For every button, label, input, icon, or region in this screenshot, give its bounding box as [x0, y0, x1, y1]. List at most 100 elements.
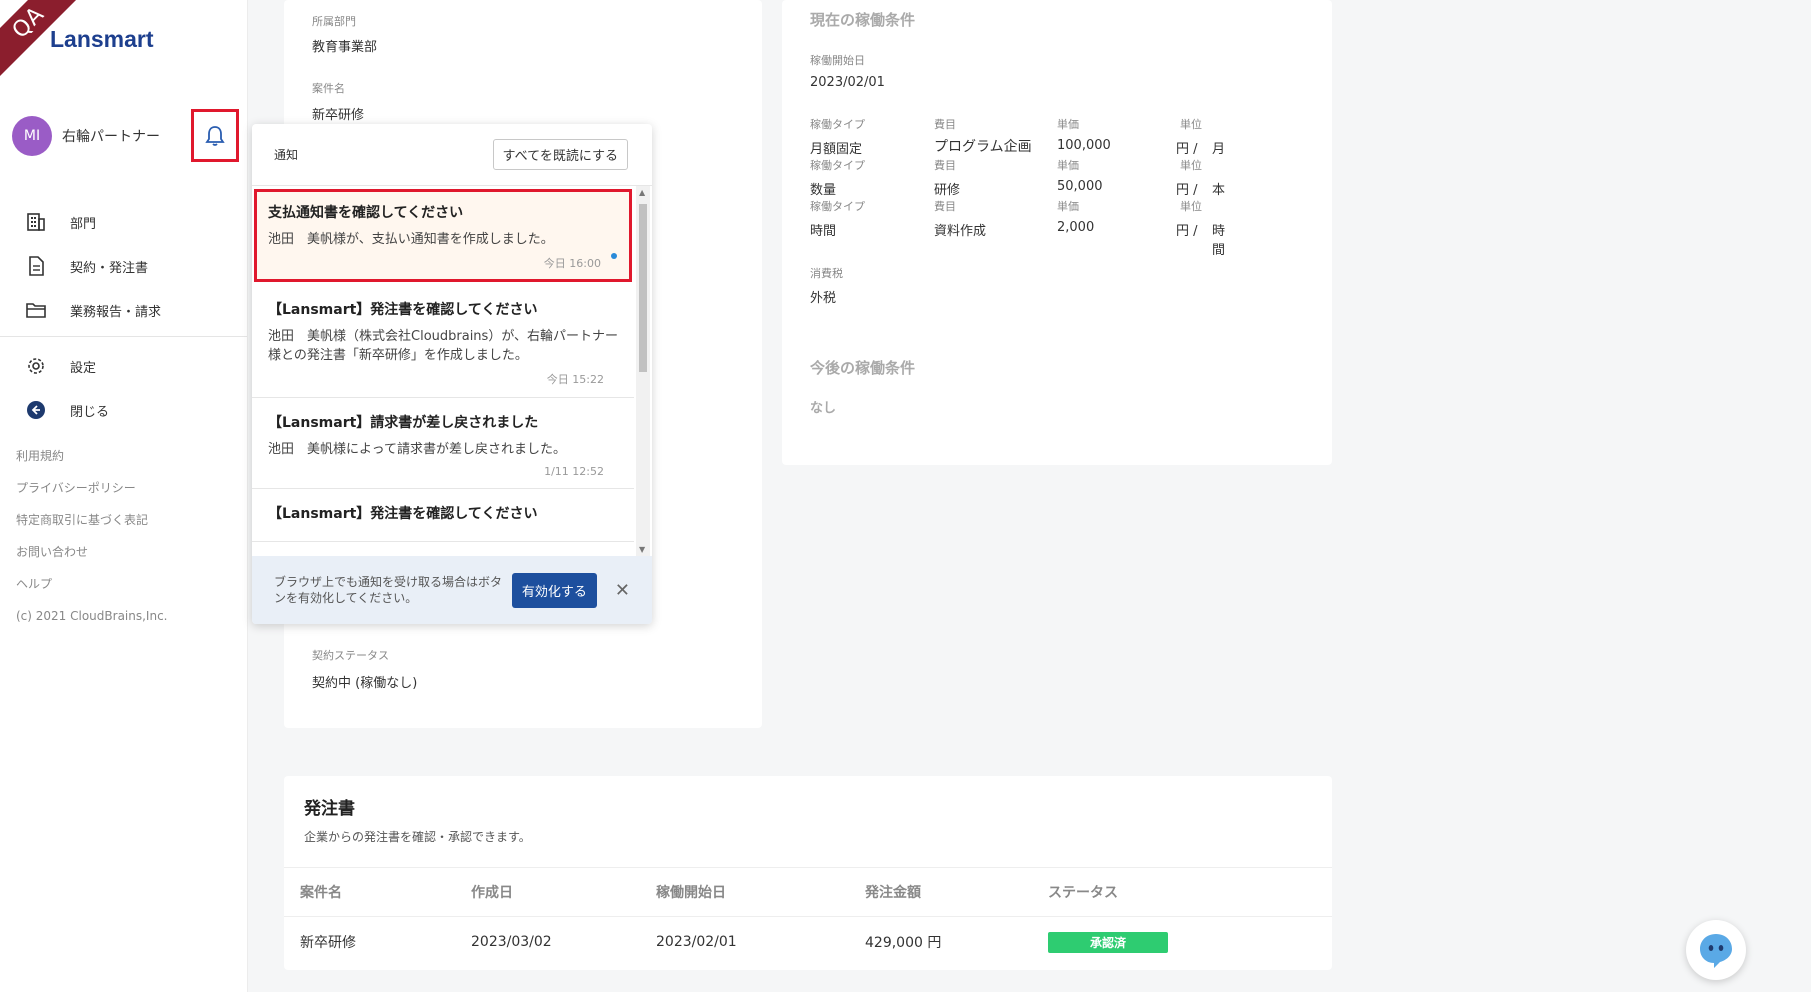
cell-created: 2023/03/02 — [471, 934, 552, 950]
browser-notification-banner: ブラウザ上でも通知を受け取る場合はボタンを有効化してください。 有効化する ✕ — [252, 556, 652, 624]
column-header: 案件名 — [300, 885, 342, 901]
unit-value: 時間 — [1212, 224, 1226, 258]
column-header: 発注金額 — [865, 885, 921, 901]
type-label: 稼働タイプ — [810, 118, 865, 131]
scroll-down-arrow-icon[interactable]: ▼ — [639, 545, 645, 554]
scroll-thumb[interactable] — [639, 204, 647, 372]
price-label: 単価 — [1057, 159, 1079, 172]
department-label: 所属部門 — [312, 15, 356, 28]
nav-label: 契約・発注書 — [70, 260, 149, 276]
purchase-orders-card: 発注書 企業からの発注書を確認・承認できます。 案件名 作成日 稼働開始日 発注… — [284, 776, 1332, 970]
item-value: 研修 — [934, 183, 961, 198]
notification-list: 支払通知書を確認してください 池田 美帆様が、支払い通知書を作成しました。 今日… — [252, 186, 634, 556]
type-label: 稼働タイプ — [810, 159, 865, 172]
footer-links: 利用規約 プライバシーポリシー 特定商取引に基づく表記 お問い合わせ ヘルプ (… — [16, 446, 168, 638]
type-value: 数量 — [810, 183, 837, 198]
notification-panel: 通知 すべてを既読にする 支払通知書を確認してください 池田 美帆様が、支払い通… — [252, 124, 652, 624]
nav-item-close[interactable]: 閉じる — [0, 388, 247, 432]
nav-item-contracts[interactable]: 契約・発注書 — [0, 244, 247, 288]
column-header: 稼働開始日 — [656, 885, 726, 901]
item-label: 費目 — [934, 159, 956, 172]
sidebar: QA Lansmart MI 右輪パートナー 部門 契約・発注書 業務報告・請求… — [0, 0, 248, 992]
nav-item-reports[interactable]: 業務報告・請求 — [0, 288, 247, 332]
chat-support-button[interactable] — [1686, 920, 1746, 980]
contract-status-value: 契約中 (稼働なし) — [312, 676, 418, 691]
nav-label: 部門 — [70, 216, 97, 232]
mark-all-read-button[interactable]: すべてを既読にする — [492, 139, 628, 170]
notification-item[interactable]: 支払通知書を確認してください 池田 美帆様が、支払い通知書を作成しました。 今日… — [254, 189, 632, 282]
notification-item-time: 今日 15:22 — [546, 373, 604, 386]
notification-scrollbar[interactable]: ▲ ▼ — [636, 186, 650, 556]
notification-item-title: 【Lansmart】発注書を確認してください — [268, 302, 538, 318]
condition-row: 稼働タイプ 費目 単価 単位 月額固定 プログラム企画 100,000 円 / … — [810, 116, 1230, 157]
unit-value: 月 — [1212, 142, 1226, 157]
type-label: 稼働タイプ — [810, 200, 865, 213]
yen-per: 円 / — [1176, 142, 1198, 157]
item-label: 費目 — [934, 118, 956, 131]
main-nav: 部門 契約・発注書 業務報告・請求 — [0, 200, 247, 332]
conditions-card: 現在の稼働条件 稼働開始日 2023/02/01 稼働タイプ 費目 単価 単位 … — [782, 0, 1332, 465]
conditions-table: 稼働タイプ 費目 単価 単位 月額固定 プログラム企画 100,000 円 / … — [810, 116, 1230, 258]
footer-link-terms[interactable]: 利用規約 — [16, 446, 168, 478]
project-label: 案件名 — [312, 82, 345, 95]
unit-label: 単位 — [1180, 200, 1202, 213]
gear-icon — [25, 355, 47, 377]
folder-icon — [25, 299, 47, 321]
orders-heading: 発注書 — [304, 799, 355, 819]
orders-subtitle: 企業からの発注書を確認・承認できます。 — [304, 830, 531, 844]
notification-item[interactable]: 【Lansmart】発注書を確認してください — [252, 489, 634, 542]
scroll-up-arrow-icon[interactable]: ▲ — [639, 188, 645, 197]
item-value: プログラム企画 — [934, 139, 1032, 155]
chatbot-icon — [1700, 934, 1732, 968]
condition-row: 稼働タイプ 費目 単価 単位 時間 資料作成 2,000 円 / 時間 — [810, 198, 1230, 258]
nav-label: 閉じる — [70, 404, 110, 420]
nav-label: 業務報告・請求 — [70, 304, 162, 320]
building-icon — [25, 211, 47, 233]
app-logo[interactable]: Lansmart — [50, 26, 154, 53]
column-header: ステータス — [1048, 885, 1118, 901]
notification-item[interactable]: 【Lansmart】発注書を確認してください 池田 美帆様（株式会社Cloudb… — [252, 285, 634, 398]
cell-amount: 429,000 円 — [865, 935, 942, 951]
enable-notifications-button[interactable]: 有効化する — [511, 572, 597, 608]
notification-item[interactable]: 【Lansmart】請求書が差し戻されました 池田 美帆様によって請求書が差し戻… — [252, 398, 634, 489]
footer-link-commerce[interactable]: 特定商取引に基づく表記 — [16, 510, 168, 542]
notification-item-title: 【Lansmart】請求書が差し戻されました — [268, 415, 539, 431]
footer-link-contact[interactable]: お問い合わせ — [16, 542, 168, 574]
price-value: 100,000 — [1057, 138, 1111, 153]
footer-link-privacy[interactable]: プライバシーポリシー — [16, 478, 168, 510]
orders-table: 案件名 作成日 稼働開始日 発注金額 ステータス 新卒研修 2023/03/02… — [284, 867, 1332, 967]
future-conditions-heading: 今後の稼働条件 — [810, 359, 916, 377]
future-conditions-value: なし — [810, 401, 837, 416]
notification-item-time: 今日 16:00 — [543, 257, 601, 270]
notification-bell-button[interactable] — [191, 109, 239, 162]
secondary-nav: 設定 閉じる — [0, 344, 247, 432]
current-conditions-heading: 現在の稼働条件 — [810, 11, 916, 29]
yen-per: 円 / — [1176, 224, 1198, 239]
unread-dot — [611, 253, 617, 259]
price-label: 単価 — [1057, 118, 1079, 131]
table-row[interactable]: 新卒研修 2023/03/02 2023/02/01 429,000 円 承認済 — [284, 917, 1332, 967]
type-value: 時間 — [810, 224, 837, 239]
nav-divider — [0, 336, 247, 337]
price-label: 単価 — [1057, 200, 1079, 213]
user-profile[interactable]: MI 右輪パートナー — [12, 116, 160, 156]
footer-link-help[interactable]: ヘルプ — [16, 574, 168, 606]
arrow-left-circle-icon — [25, 399, 47, 421]
notification-item-body: 池田 美帆様（株式会社Cloudbrains）が、右輪パートナー様との発注書「新… — [268, 329, 619, 363]
contract-status-label: 契約ステータス — [312, 649, 389, 662]
item-label: 費目 — [934, 200, 956, 213]
nav-item-settings[interactable]: 設定 — [0, 344, 247, 388]
bell-icon — [205, 125, 225, 146]
status-badge: 承認済 — [1048, 931, 1168, 953]
tax-value: 外税 — [810, 291, 837, 306]
start-date-label: 稼働開始日 — [810, 54, 865, 67]
tax-label: 消費税 — [810, 267, 843, 280]
unit-label: 単位 — [1180, 159, 1202, 172]
item-value: 資料作成 — [934, 224, 987, 239]
user-name: 右輪パートナー — [62, 129, 160, 145]
banner-text: ブラウザ上でも通知を受け取る場合はボタンを有効化してください。 — [274, 575, 503, 605]
notification-item-title: 支払通知書を確認してください — [268, 205, 464, 221]
condition-row: 稼働タイプ 費目 単価 単位 数量 研修 50,000 円 / 本 — [810, 157, 1230, 198]
close-icon[interactable]: ✕ — [615, 580, 630, 601]
nav-item-departments[interactable]: 部門 — [0, 200, 247, 244]
